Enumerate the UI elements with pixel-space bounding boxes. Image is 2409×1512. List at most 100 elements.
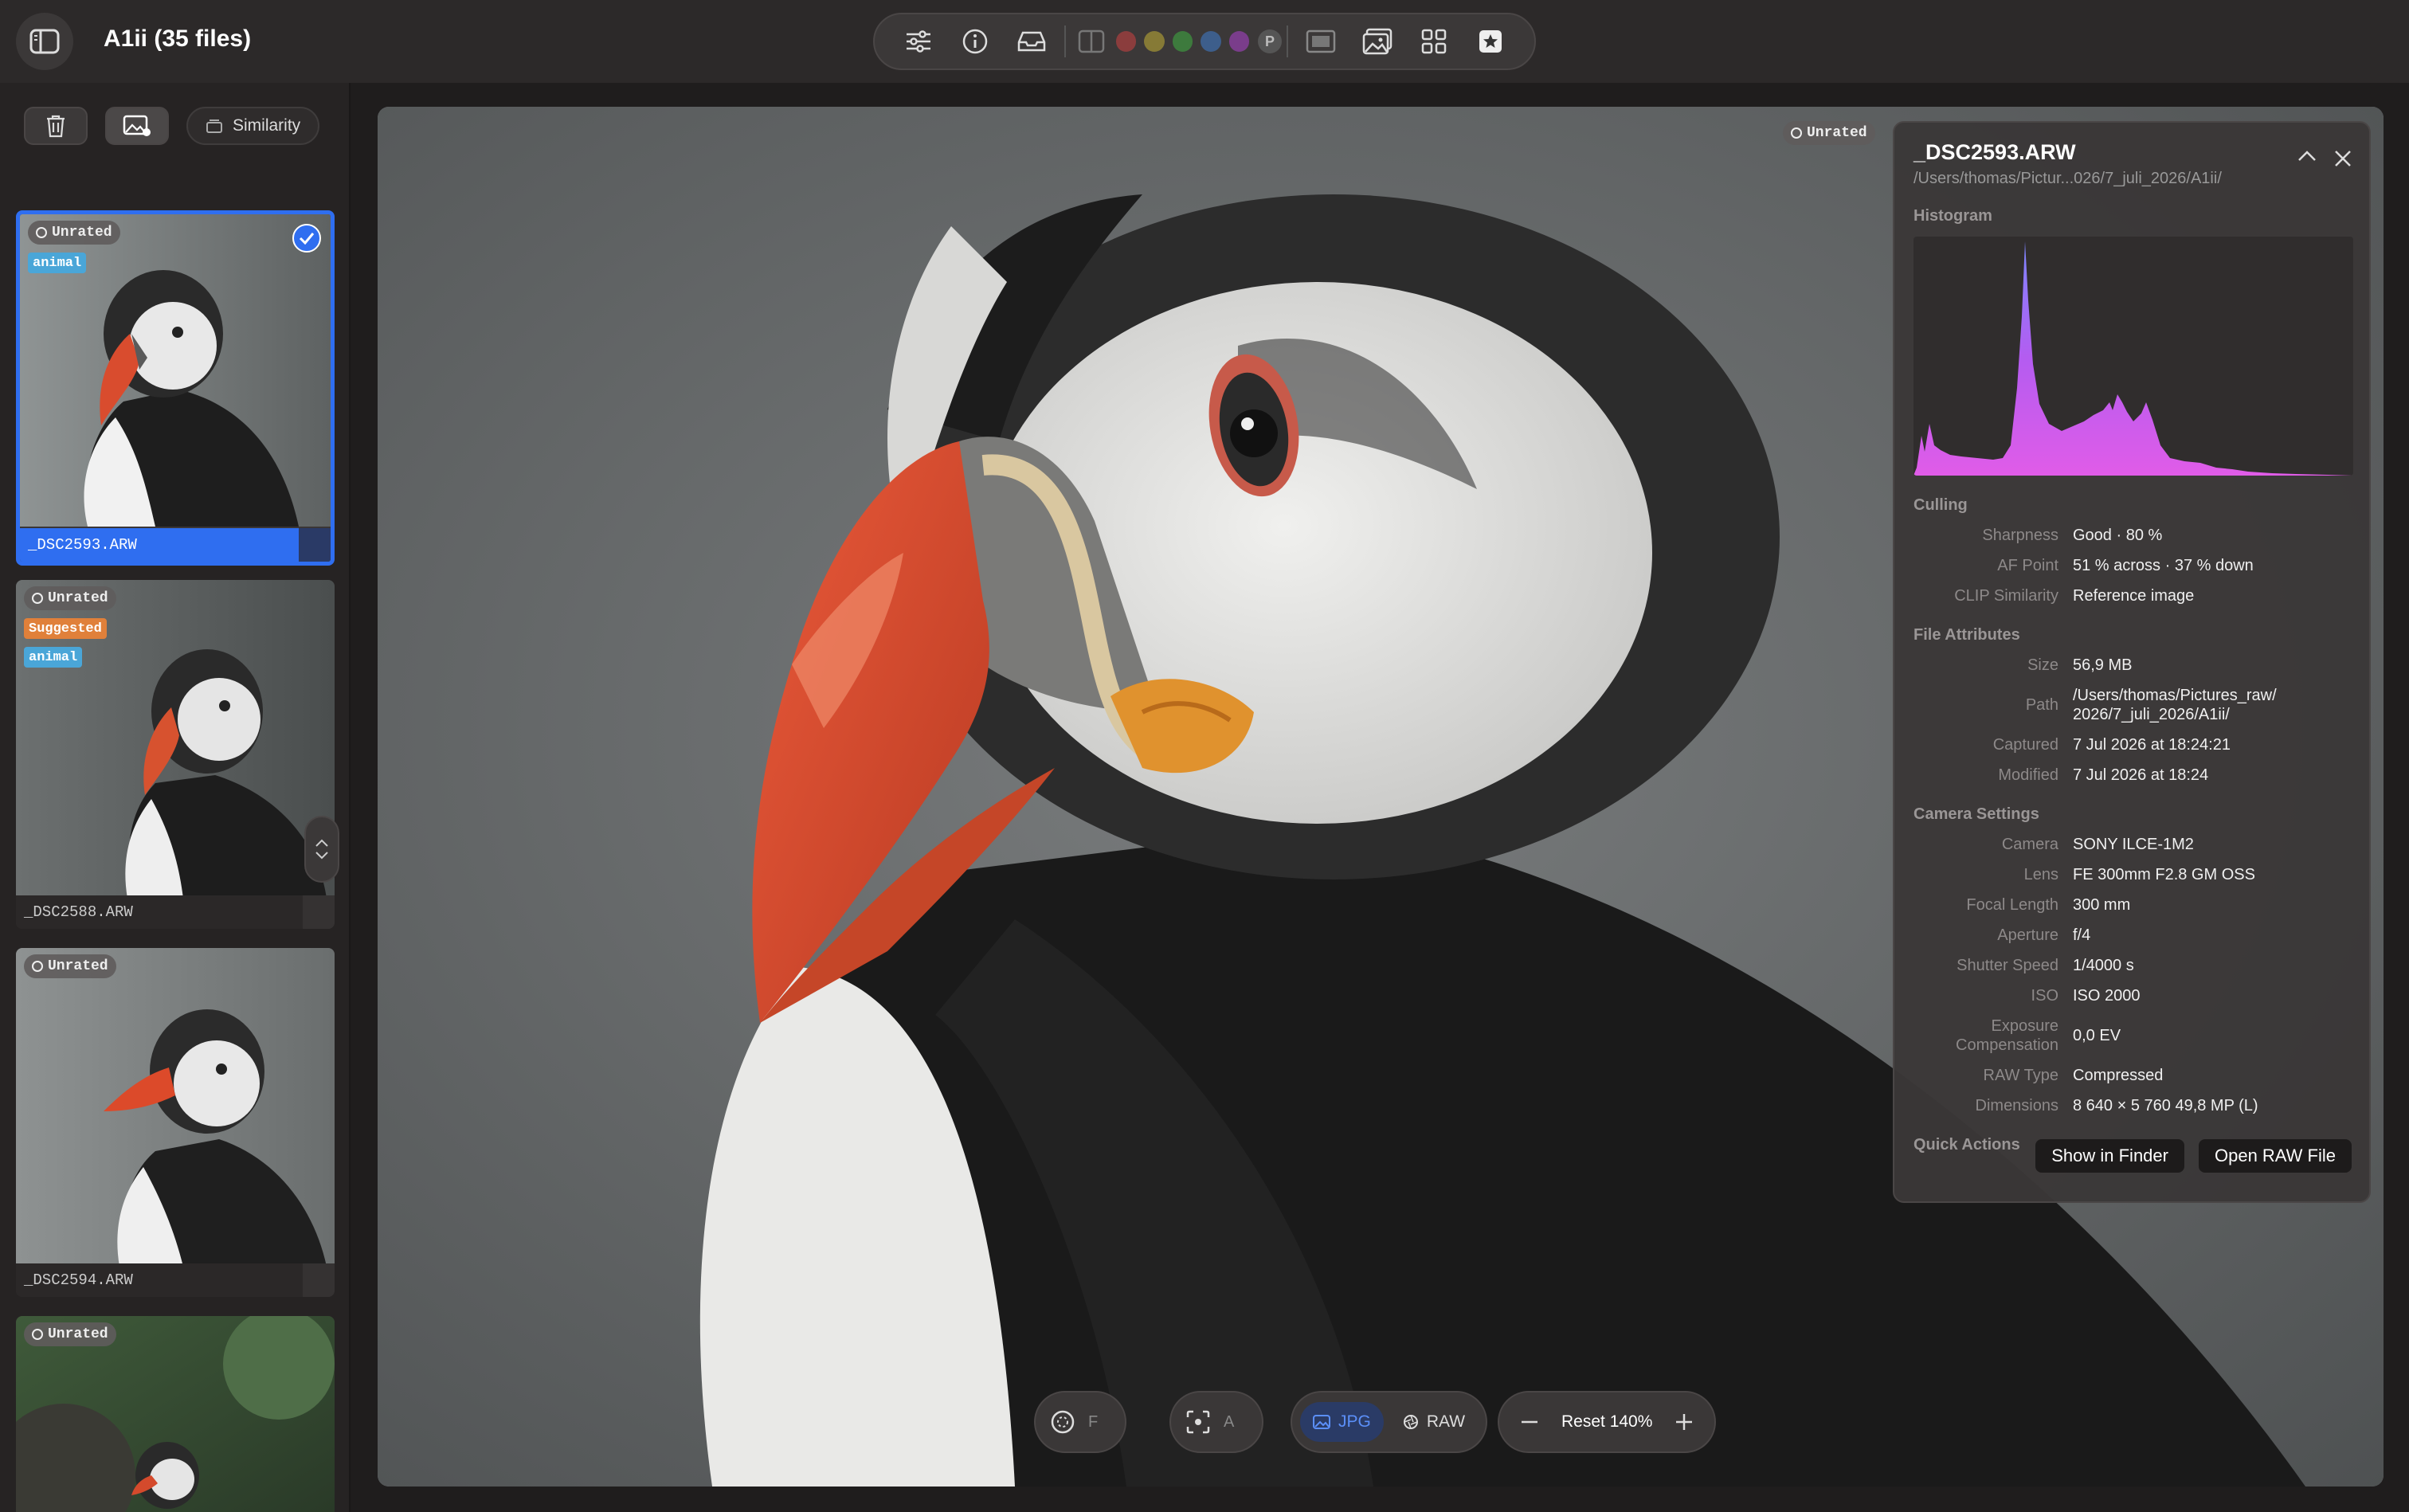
info-value: 300 mm — [2073, 896, 2131, 914]
info-button[interactable] — [947, 18, 1004, 65]
zoom-reset-button[interactable]: Reset 140% — [1561, 1412, 1652, 1432]
info-key: Sharpness — [1982, 527, 2058, 544]
checkmark-icon[interactable] — [292, 224, 321, 253]
chevron-up-icon — [315, 839, 328, 847]
info-path: /Users/thomas/Pictur...026/7_juli_2026/A… — [1913, 170, 2222, 187]
rating-badge[interactable]: Unrated — [28, 221, 120, 245]
zoom-control: Reset 140% — [1498, 1391, 1717, 1453]
stack-icon — [206, 119, 222, 133]
thumbnail-card[interactable]: Unrated _DSC2594.ARW — [16, 948, 335, 1297]
grid-view-button[interactable] — [1405, 18, 1462, 65]
delete-button[interactable] — [24, 107, 88, 145]
info-icon — [962, 29, 988, 54]
info-row: Camera SONY ILCE-1M2 — [1913, 835, 2350, 854]
jpg-label: JPG — [1338, 1412, 1371, 1431]
info-key: CLIP Similarity — [1954, 587, 2058, 605]
toolbar-separator — [1286, 25, 1288, 57]
histogram-graph — [1913, 241, 2353, 476]
chevron-up-icon[interactable] — [2297, 150, 2317, 163]
info-row: ISO ISO 2000 — [1913, 986, 2350, 1005]
info-row: Exposure Compensation 0,0 EV — [1913, 1016, 2350, 1055]
format-toggle: JPG RAW — [1291, 1391, 1488, 1453]
info-key: Aperture — [1997, 926, 2058, 944]
sliders-icon — [907, 30, 931, 53]
empty-circle-icon — [1791, 127, 1802, 139]
info-row: Dimensions 8 640 × 5 760 49,8 MP (L) — [1913, 1096, 2350, 1115]
info-value: Compressed — [2073, 1067, 2164, 1084]
info-key: RAW Type — [1983, 1067, 2058, 1084]
show-in-finder-button[interactable]: Show in Finder — [2035, 1139, 2184, 1173]
thumbnail-card[interactable]: Unrated animal _DSC2593.ARW — [16, 210, 335, 566]
thumbnail-filename: _DSC2593.ARW — [20, 528, 299, 562]
image-filter-button[interactable] — [105, 107, 169, 145]
sidebar-icon — [29, 29, 60, 54]
color-label-blue[interactable] — [1201, 31, 1221, 52]
title-bar: A1ii (35 files) P — [0, 0, 2409, 83]
loupe-view-button[interactable] — [1349, 18, 1406, 65]
thumbnail-filename: _DSC2588.ARW — [16, 895, 303, 929]
thumbnail-color-slot — [303, 895, 335, 929]
info-row: Modified 7 Jul 2026 at 18:24 — [1913, 766, 2350, 785]
zoom-in-icon[interactable] — [1676, 1414, 1693, 1430]
similarity-label: Similarity — [233, 116, 301, 135]
frame-icon — [1306, 29, 1336, 53]
thumbnail-scroll-stepper[interactable] — [304, 816, 339, 883]
rating-label: Unrated — [52, 225, 112, 241]
rating-badge[interactable]: Unrated — [24, 586, 116, 610]
color-label-purple[interactable] — [1228, 31, 1250, 52]
sidebar-actions: Similarity — [24, 107, 320, 145]
info-key: Captured — [1992, 736, 2058, 754]
rating-label: Unrated — [48, 958, 108, 974]
trash-icon — [47, 115, 65, 138]
aperture-icon — [1403, 1415, 1418, 1429]
pick-label-button[interactable]: P — [1258, 29, 1282, 53]
color-label-red[interactable] — [1115, 31, 1137, 52]
info-row: Size 56,9 MB — [1913, 656, 2350, 675]
single-view-button[interactable] — [1293, 18, 1349, 65]
favorites-button[interactable] — [1462, 18, 1518, 65]
inbox-button[interactable] — [1004, 18, 1060, 65]
thumbnail-color-slot — [303, 1263, 335, 1297]
info-key: Shutter Speed — [1957, 957, 2058, 974]
focus-icon — [1051, 1410, 1075, 1434]
info-row: Lens FE 300mm F2.8 GM OSS — [1913, 865, 2350, 884]
culling-heading: Culling — [1913, 496, 1968, 514]
tag-suggested: Suggested — [24, 618, 107, 639]
raw-label: RAW — [1426, 1412, 1466, 1431]
color-label-yellow[interactable] — [1144, 31, 1165, 52]
info-value: 51 % across · 37 % down — [2073, 557, 2254, 574]
color-label-green[interactable] — [1172, 31, 1193, 52]
histogram-heading: Histogram — [1913, 207, 1992, 225]
open-raw-file-button[interactable]: Open RAW File — [2198, 1139, 2352, 1173]
path-line-2: 2026/7_juli_2026/A1ii/ — [2073, 706, 2230, 723]
info-value[interactable]: /Users/thomas/Pictures_raw/2026/7_juli_2… — [2073, 686, 2350, 724]
info-row: Aperture f/4 — [1913, 926, 2350, 945]
compare-button[interactable] — [1071, 18, 1111, 65]
adjustments-button[interactable] — [891, 18, 947, 65]
split-view-icon — [1078, 29, 1105, 53]
toolbar-separator — [1064, 25, 1067, 57]
ev-key-line-1: Exposure — [1991, 1017, 2059, 1035]
zoom-out-icon[interactable] — [1522, 1420, 1537, 1424]
raw-toggle[interactable]: RAW — [1390, 1402, 1478, 1442]
info-key: Lens — [2023, 866, 2058, 883]
thumbnail-card[interactable]: Unrated — [16, 1316, 335, 1512]
sidebar-toggle-button[interactable] — [16, 13, 73, 70]
tag-animal: animal — [28, 253, 87, 273]
info-value: ISO 2000 — [2073, 987, 2141, 1005]
info-key: Size — [2027, 656, 2058, 674]
path-line-1: /Users/thomas/Pictures_raw/ — [2073, 687, 2277, 704]
thumbnail-card[interactable]: Unrated Suggested animal _DSC2588.ARW — [16, 580, 335, 929]
similarity-button[interactable]: Similarity — [186, 107, 320, 145]
af-point-control[interactable]: A — [1169, 1391, 1263, 1453]
focus-peaking-control[interactable]: F — [1034, 1391, 1126, 1453]
viewer-rating-badge[interactable]: Unrated — [1783, 121, 1875, 145]
close-icon[interactable] — [2334, 150, 2352, 167]
rating-badge[interactable]: Unrated — [24, 1322, 116, 1346]
photo-icon — [1362, 28, 1393, 55]
shortcut-key: A — [1224, 1412, 1235, 1431]
info-row: Sharpness Good · 80 % — [1913, 526, 2350, 545]
info-key: Exposure Compensation — [1913, 1016, 2073, 1055]
jpg-toggle[interactable]: JPG — [1300, 1402, 1384, 1442]
rating-badge[interactable]: Unrated — [24, 954, 116, 978]
